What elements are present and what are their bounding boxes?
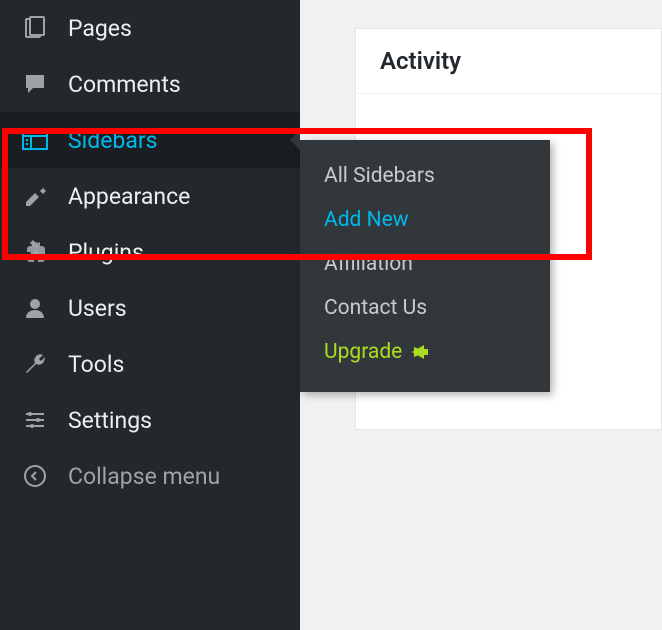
appearance-icon [18,182,52,210]
sidebar-item-sidebars[interactable]: Sidebars [0,112,300,168]
sidebar-item-settings[interactable]: Settings [0,392,300,448]
sidebars-submenu: All Sidebars Add New Affiliation Contact… [300,140,550,392]
submenu-contact-us[interactable]: Contact Us [300,286,550,330]
plugins-icon [18,238,52,266]
settings-icon [18,406,52,434]
sidebar-item-tools[interactable]: Tools [0,336,300,392]
menu-label: Appearance [68,183,190,210]
submenu-all-sidebars[interactable]: All Sidebars [300,154,550,198]
submenu-upgrade[interactable]: Upgrade [300,330,550,374]
sidebar-item-appearance[interactable]: Appearance [0,168,300,224]
menu-label: Tools [68,351,124,378]
submenu-add-new[interactable]: Add New [300,198,550,242]
collapse-icon [18,462,52,490]
tools-icon [18,350,52,378]
pages-icon [18,14,52,42]
menu-label: Comments [68,71,181,98]
submenu-arrow-icon [290,130,300,150]
collapse-menu-button[interactable]: Collapse menu [0,448,300,504]
menu-label: Plugins [68,239,144,266]
sidebar-item-pages[interactable]: Pages [0,0,300,56]
sidebar-item-plugins[interactable]: Plugins [0,224,300,280]
users-icon [18,294,52,322]
menu-label: Pages [68,15,132,42]
menu-label: Users [68,295,127,322]
panel-title: Activity [356,29,661,94]
sidebars-icon [18,126,52,154]
comments-icon [18,70,52,98]
sidebar-item-comments[interactable]: Comments [0,56,300,112]
upgrade-label: Upgrade [324,340,402,364]
submenu-affiliation[interactable]: Affiliation [300,242,550,286]
collapse-label: Collapse menu [68,463,220,490]
menu-label: Sidebars [68,127,158,154]
admin-sidebar: Pages Comments Sidebars Appearance Plugi [0,0,300,630]
upgrade-arrow-icon [412,345,428,359]
menu-label: Settings [68,407,152,434]
sidebar-item-users[interactable]: Users [0,280,300,336]
